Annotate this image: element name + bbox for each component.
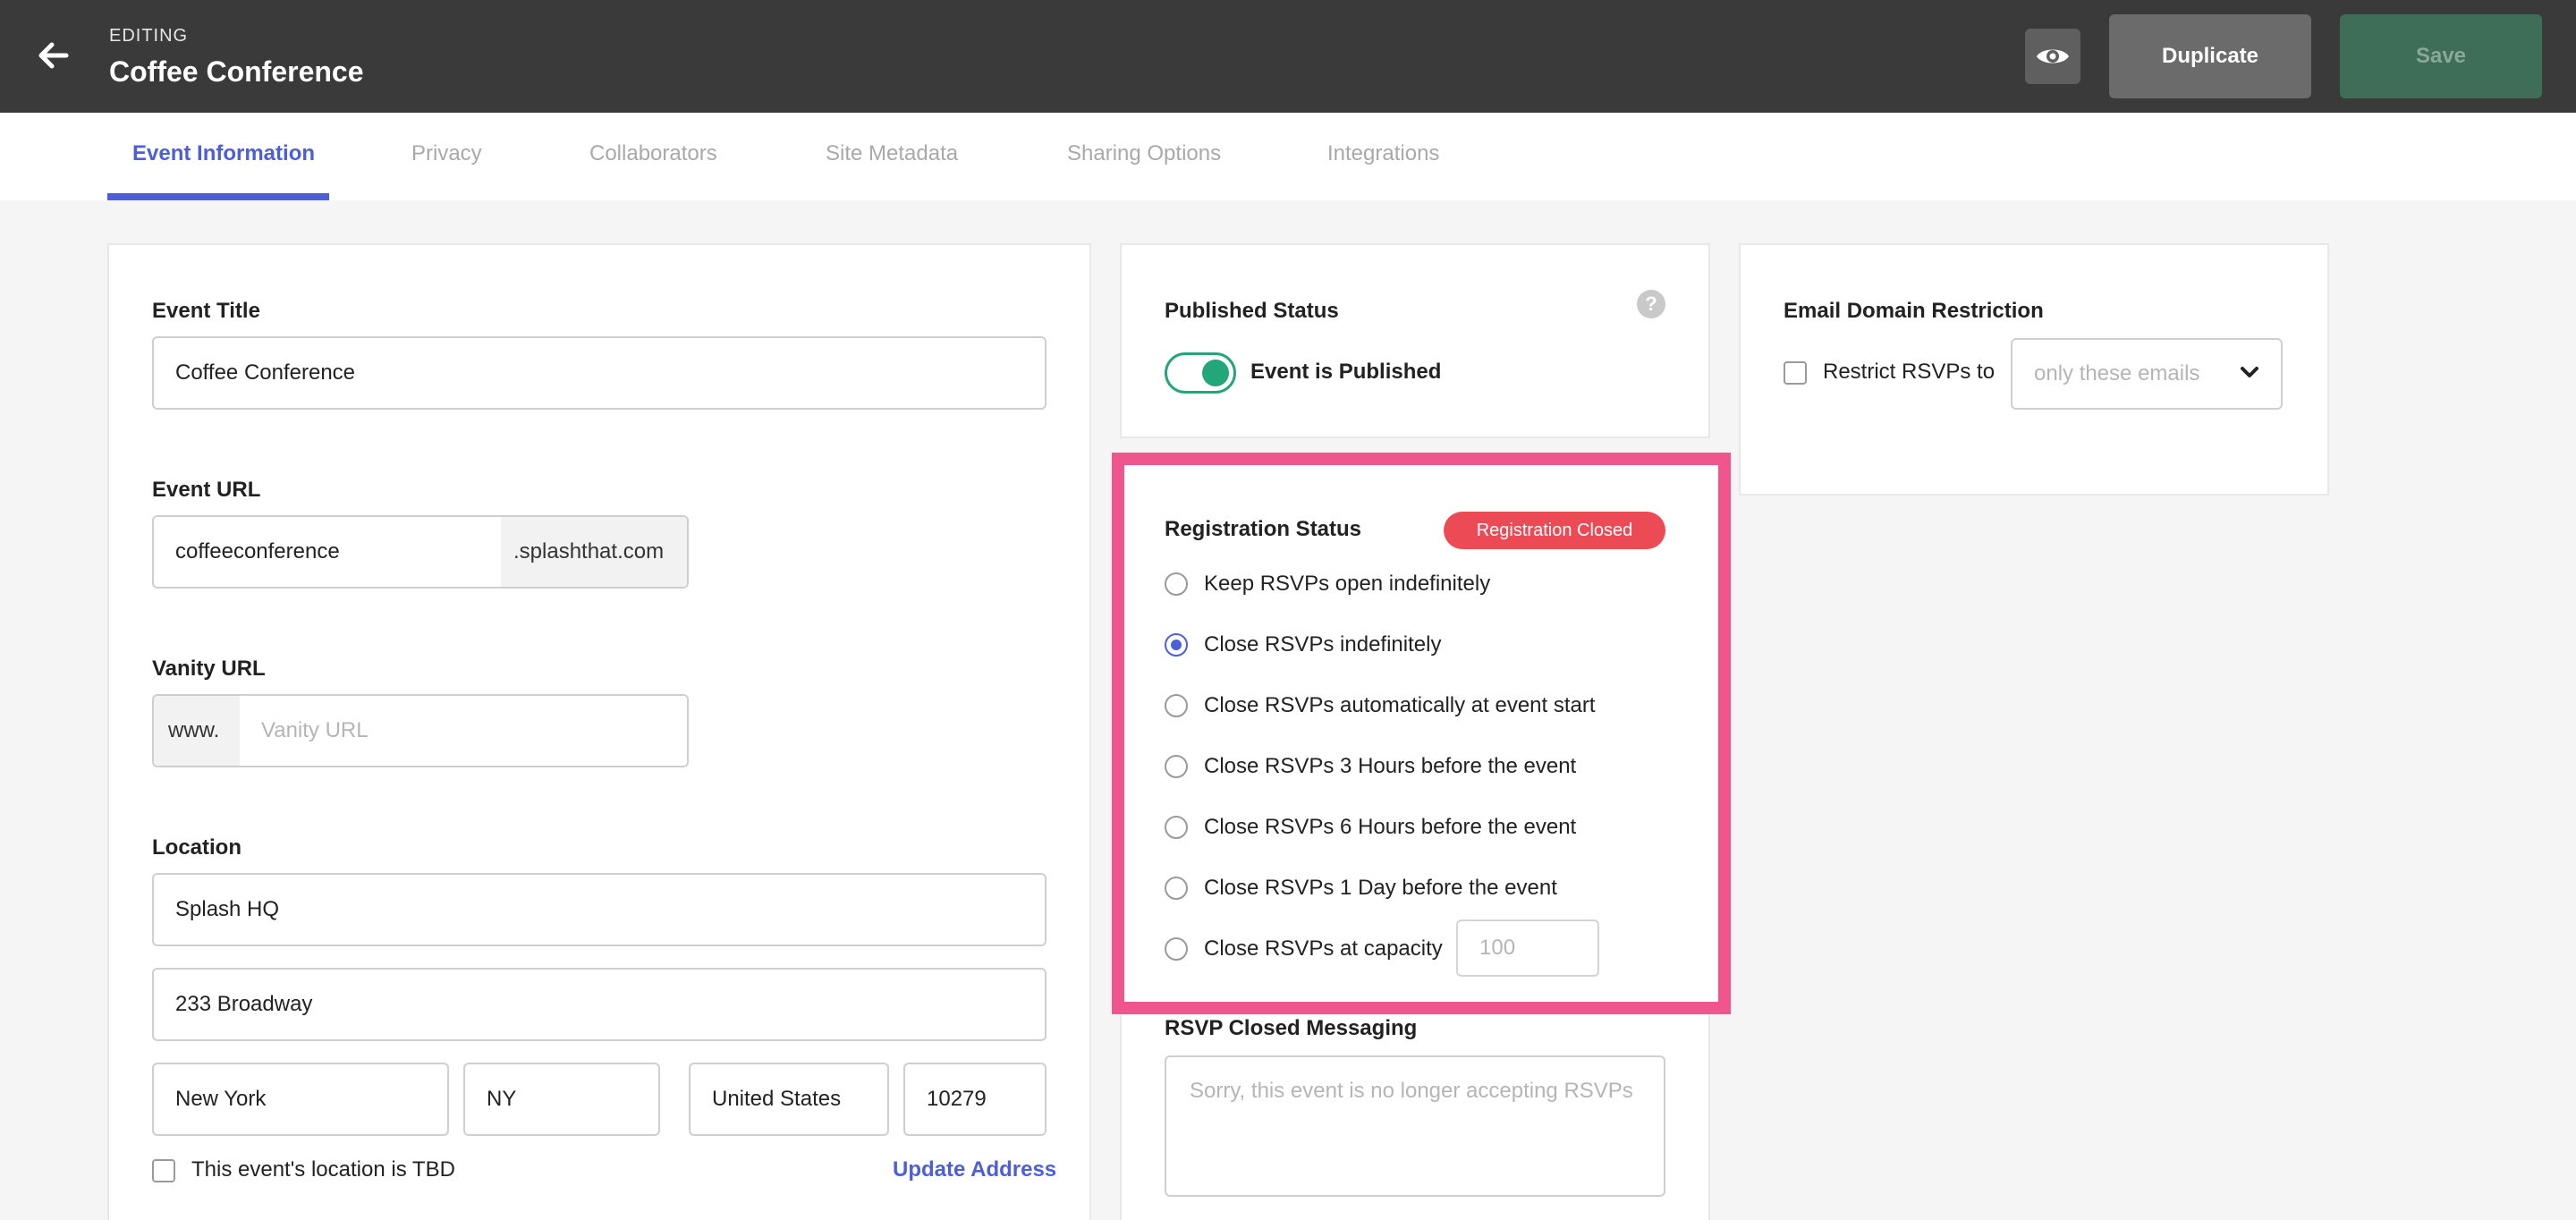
chevron-down-icon bbox=[2241, 367, 2258, 377]
preview-button[interactable] bbox=[2025, 29, 2080, 84]
closed-messaging-label: RSVP Closed Messaging bbox=[1165, 1016, 1418, 1040]
vanity-url-input[interactable]: www. Vanity URL bbox=[152, 694, 689, 767]
tab-integrations[interactable]: Integrations bbox=[1327, 113, 1439, 200]
event-url-label: Event URL bbox=[152, 478, 261, 502]
radio-button[interactable] bbox=[1165, 816, 1188, 839]
radio-button[interactable] bbox=[1165, 877, 1188, 900]
vanity-prefix: www. bbox=[154, 696, 240, 766]
registration-status-label: Registration Status bbox=[1165, 517, 1362, 541]
top-bar: EDITING Coffee Conference Duplicate Save bbox=[0, 0, 2576, 113]
tab-privacy[interactable]: Privacy bbox=[411, 113, 482, 200]
published-toggle-label: Event is Published bbox=[1250, 360, 1442, 384]
radio-button[interactable] bbox=[1165, 755, 1188, 778]
capacity-input[interactable]: 100 bbox=[1456, 919, 1599, 977]
published-toggle[interactable] bbox=[1165, 352, 1236, 394]
restrict-rsvps-label: Restrict RSVPs to bbox=[1823, 360, 1996, 384]
editing-label: EDITING bbox=[109, 26, 189, 46]
city-input[interactable]: New York bbox=[152, 1063, 449, 1136]
restrict-rsvps-checkbox[interactable] bbox=[1784, 361, 1807, 385]
radio-button[interactable] bbox=[1165, 572, 1188, 596]
tab-site-metadata[interactable]: Site Metadata bbox=[826, 113, 958, 200]
radio-label: Close RSVPs 6 Hours before the event bbox=[1204, 815, 1577, 839]
radio-button[interactable] bbox=[1165, 694, 1188, 717]
url-suffix: .splashthat.com bbox=[501, 517, 687, 587]
radio-option[interactable]: Close RSVPs automatically at event start bbox=[1165, 688, 1596, 724]
venue-input[interactable]: Splash HQ bbox=[152, 873, 1046, 946]
update-address-link[interactable]: Update Address bbox=[893, 1157, 1056, 1182]
event-url-value: coffeeconference bbox=[175, 539, 340, 563]
radio-option[interactable]: Close RSVPs at capacity bbox=[1165, 931, 1443, 967]
location-tbd-label: This event's location is TBD bbox=[191, 1157, 455, 1182]
tab-bar: Event Information Privacy Collaborators … bbox=[0, 113, 2576, 200]
status-badge: Registration Closed bbox=[1444, 512, 1665, 549]
active-tab-indicator bbox=[107, 193, 329, 200]
state-input[interactable]: NY bbox=[463, 1063, 660, 1136]
email-domain-label: Email Domain Restriction bbox=[1784, 299, 2044, 323]
location-tbd-checkbox[interactable] bbox=[152, 1159, 175, 1182]
vanity-url-label: Vanity URL bbox=[152, 657, 266, 681]
toggle-knob bbox=[1202, 360, 1229, 386]
select-value: only these emails bbox=[2034, 361, 2200, 385]
closed-messaging-textarea[interactable]: Sorry, this event is no longer accepting… bbox=[1165, 1055, 1665, 1197]
tab-sharing-options[interactable]: Sharing Options bbox=[1067, 113, 1221, 200]
email-restriction-select[interactable]: only these emails bbox=[2011, 338, 2283, 410]
radio-label: Close RSVPs 1 Day before the event bbox=[1204, 876, 1557, 900]
radio-option[interactable]: Keep RSVPs open indefinitely bbox=[1165, 566, 1490, 602]
tab-collaborators[interactable]: Collaborators bbox=[589, 113, 717, 200]
eye-icon bbox=[2037, 49, 2069, 64]
radio-label: Close RSVPs automatically at event start bbox=[1204, 693, 1596, 717]
radio-button[interactable] bbox=[1165, 633, 1188, 657]
address-input[interactable]: 233 Broadway bbox=[152, 968, 1046, 1041]
event-title-label: Event Title bbox=[152, 299, 260, 323]
radio-label: Close RSVPs at capacity bbox=[1204, 936, 1443, 961]
radio-label: Close RSVPs 3 Hours before the event bbox=[1204, 754, 1577, 778]
event-title-input[interactable]: Coffee Conference bbox=[152, 336, 1046, 410]
event-url-input[interactable]: coffeeconference .splashthat.com bbox=[152, 515, 689, 589]
radio-label: Close RSVPs indefinitely bbox=[1204, 632, 1442, 657]
arrow-left-icon[interactable] bbox=[36, 38, 72, 73]
radio-option[interactable]: Close RSVPs 6 Hours before the event bbox=[1165, 809, 1576, 845]
radio-option[interactable]: Close RSVPs 1 Day before the event bbox=[1165, 870, 1557, 906]
radio-label: Keep RSVPs open indefinitely bbox=[1204, 572, 1491, 596]
radio-option[interactable]: Close RSVPs 3 Hours before the event bbox=[1165, 749, 1576, 784]
help-icon[interactable]: ? bbox=[1637, 290, 1665, 318]
published-status-label: Published Status bbox=[1165, 299, 1339, 323]
radio-option[interactable]: Close RSVPs indefinitely bbox=[1165, 627, 1441, 663]
vanity-url-placeholder: Vanity URL bbox=[261, 718, 369, 742]
tab-event-information[interactable]: Event Information bbox=[132, 113, 315, 200]
page-title: Coffee Conference bbox=[109, 55, 364, 88]
zip-input[interactable]: 10279 bbox=[903, 1063, 1046, 1136]
published-status-card bbox=[1120, 243, 1710, 438]
radio-button[interactable] bbox=[1165, 937, 1188, 961]
country-input[interactable]: United States bbox=[689, 1063, 889, 1136]
location-label: Location bbox=[152, 835, 242, 860]
duplicate-button[interactable]: Duplicate bbox=[2109, 14, 2311, 98]
save-button[interactable]: Save bbox=[2340, 14, 2542, 98]
